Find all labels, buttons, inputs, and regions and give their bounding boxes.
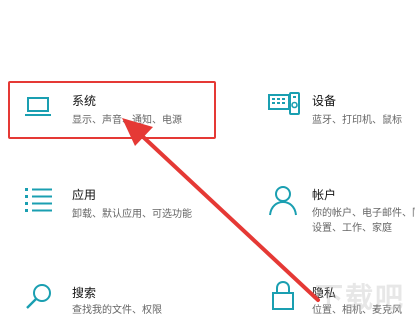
- tile-accounts-title: 帐户: [312, 188, 337, 202]
- highlight-box: [8, 81, 216, 139]
- tile-privacy[interactable]: 隐私 位置、相机、麦克风: [260, 278, 415, 320]
- tile-apps-title: 应用: [72, 188, 97, 202]
- keyboard-device-icon: [268, 92, 300, 115]
- tile-search[interactable]: 搜索 查找我的文件、权限: [10, 278, 215, 320]
- settings-home: 系统 显示、声音、通知、电源 设备 蓝牙、打印机、鼠标 应用 卸载、默认应用、可…: [0, 0, 415, 320]
- lock-icon: [272, 280, 294, 310]
- tile-accounts[interactable]: 帐户 你的帐户、电子邮件、同步 设置、工作、家庭: [260, 180, 415, 240]
- apps-list-icon: [25, 188, 52, 212]
- tile-apps-desc: 卸载、默认应用、可选功能: [72, 209, 192, 220]
- person-icon: [269, 186, 297, 216]
- tile-privacy-desc: 位置、相机、麦克风: [312, 305, 402, 316]
- tile-devices[interactable]: 设备 蓝牙、打印机、鼠标: [260, 82, 415, 138]
- tile-search-desc: 查找我的文件、权限: [72, 305, 162, 316]
- tile-privacy-title: 隐私: [312, 286, 337, 300]
- tile-devices-desc: 蓝牙、打印机、鼠标: [312, 115, 402, 126]
- tile-apps[interactable]: 应用 卸载、默认应用、可选功能: [10, 180, 215, 230]
- search-icon: [26, 284, 51, 309]
- annotation-arrow: [122, 118, 320, 302]
- tile-accounts-desc-line1: 你的帐户、电子邮件、同步: [312, 208, 415, 219]
- tile-accounts-desc-line2: 设置、工作、家庭: [312, 223, 392, 234]
- tile-search-title: 搜索: [72, 286, 97, 300]
- tile-devices-title: 设备: [312, 94, 337, 108]
